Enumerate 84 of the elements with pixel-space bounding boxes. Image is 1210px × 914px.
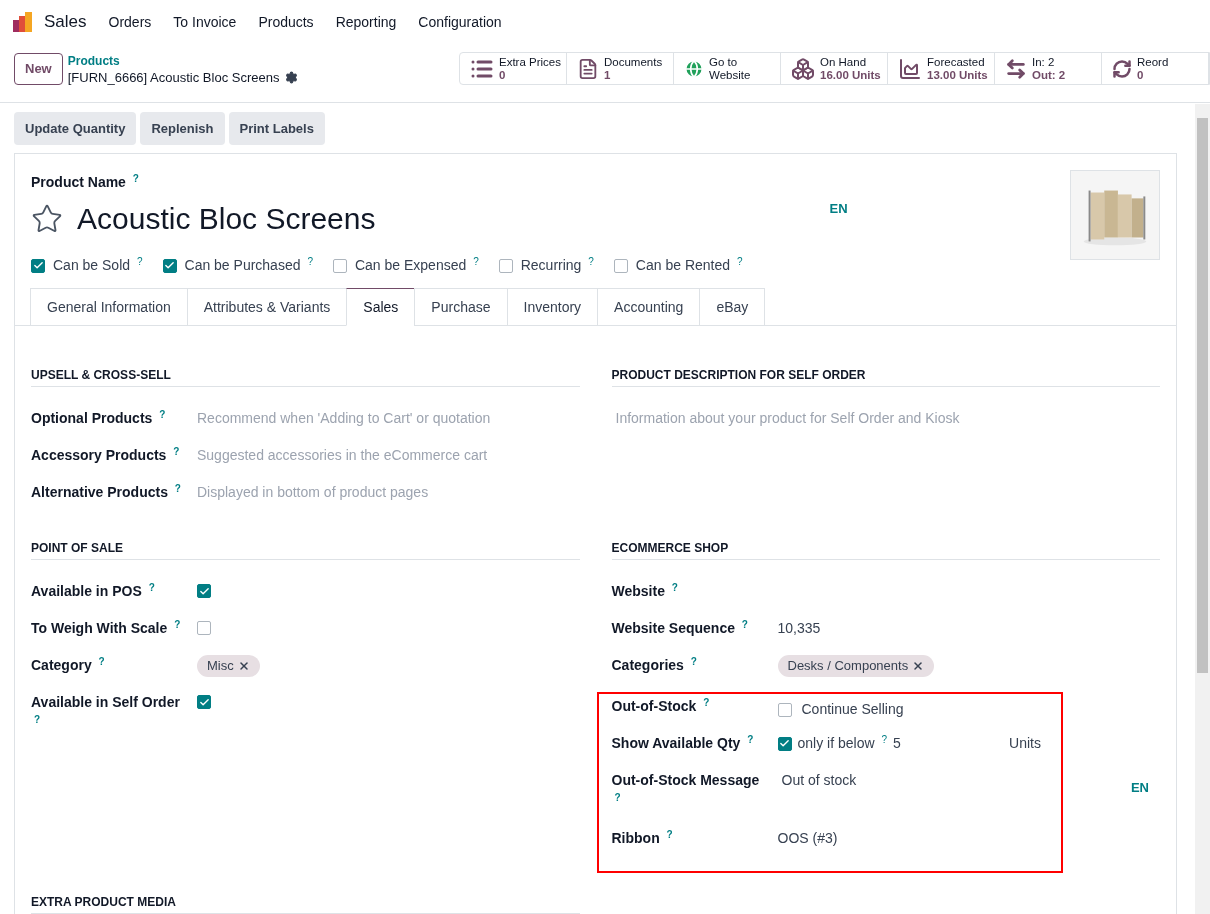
field-label: Ribbon $^{?}$ [611, 830, 673, 846]
quantity-value: 5 [893, 734, 901, 753]
checkbox[interactable] [162, 258, 177, 273]
section-heading: ECOMMERCE SHOP [611, 539, 1160, 560]
field-value: Out of stock [780, 771, 857, 790]
input-field[interactable]: Displayed in bottom of product pages [197, 482, 580, 503]
menu-item[interactable]: Products [258, 11, 314, 33]
document-icon [577, 57, 599, 80]
product-name: Acoustic Bloc Screens [77, 201, 376, 237]
stat-button[interactable]: Reord 0 [1102, 53, 1209, 84]
option-label: Can be Sold $^{?}$ [53, 255, 143, 275]
option-label: Continue Selling [801, 700, 904, 719]
field-label: Categories $^{?}$ [611, 657, 697, 673]
input-field[interactable]: Information about your product for Self Order and Kiosk [611, 408, 1160, 429]
area-chart-icon [898, 56, 922, 81]
field-label: Available in POS $^{?}$ [31, 583, 155, 599]
app-title[interactable]: Sales [44, 9, 87, 35]
action-button[interactable]: Print Labels [228, 112, 325, 145]
checkbox[interactable] [332, 258, 347, 273]
language-button[interactable]: EN [829, 198, 848, 219]
option-label: Can be Purchased $^{?}$ [184, 255, 313, 275]
field-label: Alternative Products $^{?}$ [31, 484, 181, 500]
favorite-star-icon[interactable] [31, 202, 63, 235]
remove-icon[interactable] [237, 659, 250, 672]
checkbox[interactable] [197, 584, 211, 598]
input-field[interactable]: Recommend when 'Adding to Cart' or quotation [197, 408, 580, 429]
cubes-icon [791, 56, 815, 81]
checkbox[interactable] [197, 621, 211, 635]
app-logo-icon[interactable] [12, 11, 34, 33]
option-label: Can be Rented $^{?}$ [635, 255, 743, 275]
checkbox[interactable] [777, 736, 792, 751]
tab[interactable]: Sales [346, 288, 416, 326]
field-label: Optional Products $^{?}$ [31, 410, 166, 426]
language-button[interactable]: EN [1130, 778, 1149, 798]
field-label: Category $^{?}$ [31, 657, 105, 673]
checkbox[interactable] [31, 258, 45, 273]
section-heading: PRODUCT DESCRIPTION FOR SELF ORDER [611, 366, 1160, 387]
menu-item[interactable]: To Invoice [173, 11, 237, 33]
field-label: To Weigh With Scale $^{?}$ [31, 620, 181, 636]
menu-item[interactable]: Configuration [418, 11, 502, 33]
action-button[interactable]: Update Quantity [14, 112, 137, 145]
field-label: Out-of-Stock $^{?}$ [611, 698, 710, 714]
new-button[interactable]: New [14, 53, 63, 85]
stat-button[interactable]: Go to Website [674, 53, 781, 84]
section-heading: POINT OF SALE [31, 539, 580, 560]
tab[interactable]: eBay [699, 288, 766, 326]
stat-button[interactable]: Documents 1 [567, 53, 674, 84]
option-label: only if below $^{?}$ [797, 733, 887, 753]
checkbox[interactable] [777, 702, 792, 717]
menu-item[interactable]: Orders [108, 11, 152, 33]
checkbox[interactable] [613, 258, 628, 273]
tag: Desks / Components [777, 655, 935, 677]
stat-button[interactable]: On Hand 16.00 Units [781, 53, 888, 84]
checkbox[interactable] [197, 695, 211, 709]
transfer-icon [1005, 57, 1027, 80]
section-heading: EXTRA PRODUCT MEDIA [31, 893, 580, 914]
scrollbar[interactable] [1195, 104, 1210, 914]
stat-button[interactable]: In: 2 Out: 2 [995, 53, 1102, 84]
field-label: Show Available Qty $^{?}$ [611, 735, 754, 751]
menu-item[interactable]: Reporting [335, 11, 397, 33]
field-label: Product Name $^{?}$ [31, 174, 139, 190]
option-label: Can be Expensed $^{?}$ [354, 255, 479, 275]
remove-icon[interactable] [912, 659, 925, 672]
tab[interactable]: Purchase [414, 288, 508, 326]
tab[interactable]: General Information [30, 288, 188, 326]
input-field[interactable]: Suggested accessories in the eCommerce cart [197, 445, 580, 466]
action-button[interactable]: Replenish [140, 112, 225, 145]
globe-icon [684, 58, 704, 79]
option-label: Recurring $^{?}$ [520, 255, 594, 275]
refresh-icon [1112, 58, 1132, 79]
field-label: Accessory Products $^{?}$ [31, 447, 180, 463]
section-heading: UPSELL & CROSS-SELL [31, 366, 580, 387]
unit-label: Units [1009, 734, 1041, 753]
field-value: OOS (#3) [777, 829, 838, 848]
stat-button[interactable]: Extra Prices 0 [460, 53, 567, 84]
stat-button[interactable]: Forecasted 13.00 Units [888, 53, 995, 84]
field-label: Website $^{?}$ [611, 583, 678, 599]
field-label: Website Sequence $^{?}$ [611, 620, 748, 636]
checkbox[interactable] [498, 258, 513, 273]
tag: Misc [197, 655, 260, 677]
field-value: 10,335 [777, 619, 821, 638]
settings-icon[interactable] [285, 71, 299, 84]
record-title: [FURN_6666] Acoustic Bloc Screens [67, 70, 280, 85]
breadcrumb-link[interactable]: Products [67, 54, 120, 68]
